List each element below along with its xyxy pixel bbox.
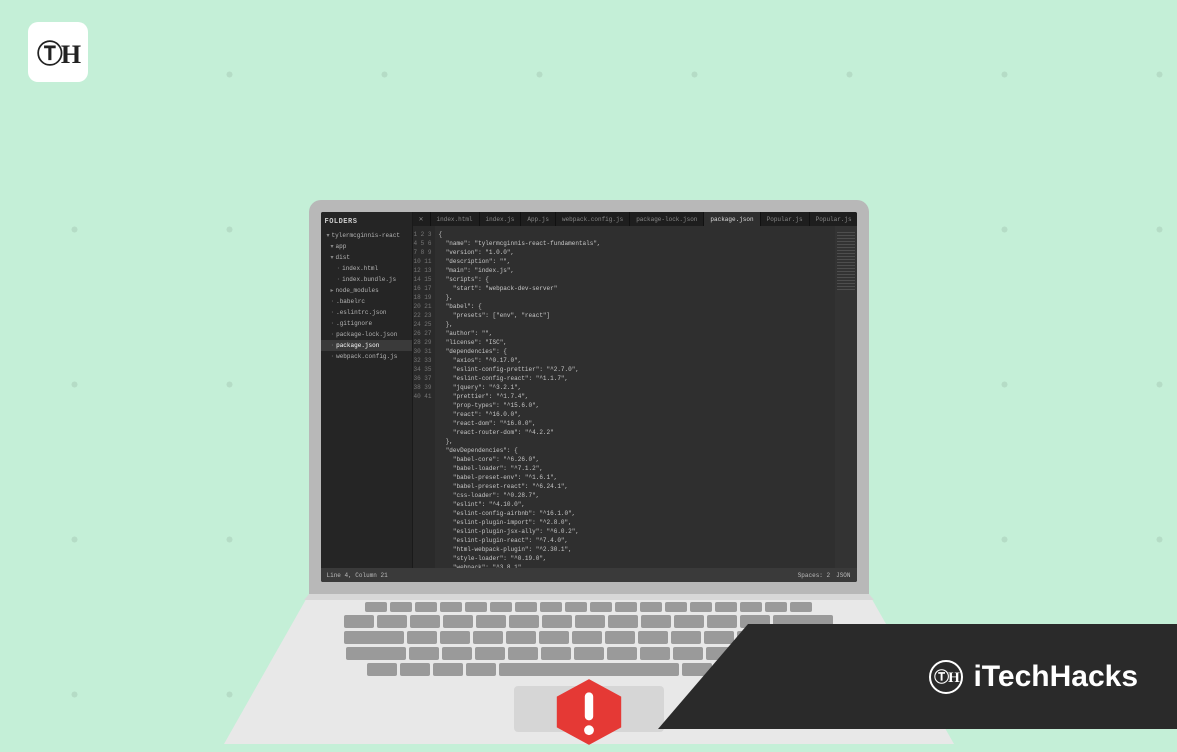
tree-item[interactable]: ▾dist [321, 252, 412, 263]
brand-bar: ⓉH iTechHacks [658, 624, 1177, 729]
status-cursor: Line 4, Column 21 [327, 572, 388, 579]
editor-area: ✕index.htmlindex.jsApp.jswebpack.config.… [413, 212, 857, 568]
site-logo-badge: ⓉH [28, 22, 88, 82]
tree-item[interactable]: ▾app [321, 241, 412, 252]
tree-item[interactable]: ▸node_modules [321, 285, 412, 296]
laptop-bezel: FOLDERS ▾tylermcginnis-react▾app▾dist·in… [309, 200, 869, 594]
status-bar: Line 4, Column 21 Spaces: 2 JSON [321, 568, 857, 582]
status-spaces: Spaces: 2 [798, 572, 830, 579]
editor-tab[interactable]: package.json [704, 212, 760, 226]
alert-icon [554, 677, 624, 747]
brand-logo-icon: ⓉH [929, 660, 963, 694]
tree-item[interactable]: ·package.json [321, 340, 412, 351]
alert-badge [554, 677, 624, 752]
tree-item[interactable]: ·webpack.config.js [321, 351, 412, 362]
brand-text: iTechHacks [973, 660, 1138, 694]
editor-tab[interactable]: App.js [521, 212, 556, 226]
tree-item[interactable]: ·.gitignore [321, 318, 412, 329]
file-tree: ▾tylermcginnis-react▾app▾dist·index.html… [321, 230, 412, 362]
line-gutter: 1 2 3 4 5 6 7 8 9 10 11 12 13 14 15 16 1… [413, 226, 435, 568]
ide-body: FOLDERS ▾tylermcginnis-react▾app▾dist·in… [321, 212, 857, 568]
keyboard-row [309, 602, 869, 612]
tree-item[interactable]: ·.eslintrc.json [321, 307, 412, 318]
tree-item[interactable]: ·index.html [321, 263, 412, 274]
editor-tab[interactable]: webpack.config.js [556, 212, 630, 226]
tab-bar: ✕index.htmlindex.jsApp.jswebpack.config.… [413, 212, 857, 226]
code-content: { "name": "tylermcginnis-react-fundament… [435, 226, 835, 568]
tree-item[interactable]: ·.babelrc [321, 296, 412, 307]
editor-tab[interactable]: Popular.js [810, 212, 857, 226]
status-lang: JSON [836, 572, 850, 579]
tree-item[interactable]: ▾tylermcginnis-react [321, 230, 412, 241]
editor-tab[interactable]: index.html [431, 212, 480, 226]
sidebar-header: FOLDERS [321, 216, 412, 230]
editor-tab[interactable]: ✕ [413, 212, 431, 226]
editor-tab[interactable]: Popular.js [761, 212, 810, 226]
code-wrap: 1 2 3 4 5 6 7 8 9 10 11 12 13 14 15 16 1… [413, 226, 857, 568]
tree-item[interactable]: ·package-lock.json [321, 329, 412, 340]
editor-tab[interactable]: index.js [480, 212, 522, 226]
file-sidebar: FOLDERS ▾tylermcginnis-react▾app▾dist·in… [321, 212, 413, 568]
code-editor-screen: FOLDERS ▾tylermcginnis-react▾app▾dist·in… [321, 212, 857, 582]
editor-tab[interactable]: package-lock.json [630, 212, 704, 226]
tree-item[interactable]: ·index.bundle.js [321, 274, 412, 285]
minimap [835, 226, 857, 568]
